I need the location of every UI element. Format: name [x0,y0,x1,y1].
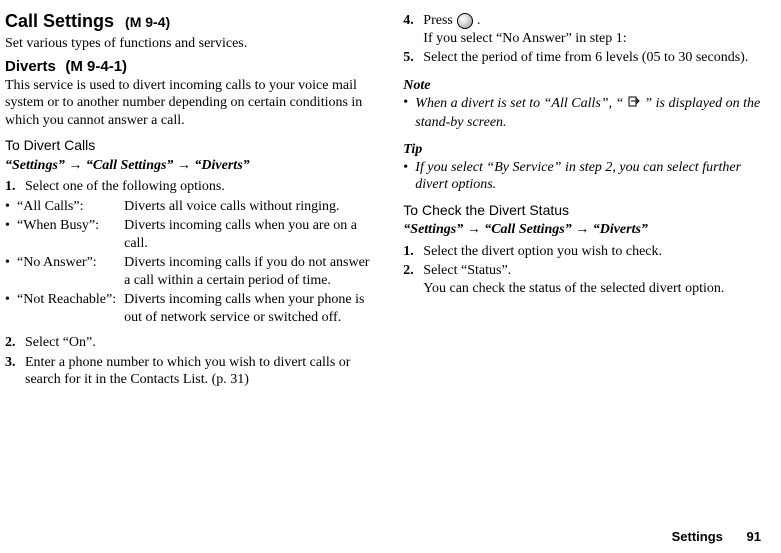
step-number: 5. [403,49,423,67]
step-4: 4. Press . If you select “No Answer” in … [403,12,761,47]
breadcrumb-diverts: “Settings” → “Call Settings” → “Diverts” [5,157,377,175]
bullet: • [5,217,17,254]
step-text: Select the period of time from 6 levels … [423,49,761,67]
page-menucode: (M 9-4) [125,14,170,30]
diverts-heading-line: Diverts (M 9-4-1) [5,58,377,77]
bullet: • [403,94,415,131]
step4-condition: If you select “No Answer” in step 1: [423,31,626,46]
check-step-2: 2. Select “Status”. You can check the st… [403,262,761,297]
step-number: 3. [5,354,25,389]
step-text: Press . If you select “No Answer” in ste… [423,12,761,47]
check-step-1: 1. Select the divert option you wish to … [403,243,761,261]
check-step2-text: Select “Status”. [423,263,511,278]
diverts-heading: Diverts [5,58,56,75]
option-desc: Diverts all voice calls without ringing. [124,198,377,218]
left-column: Call Settings (M 9-4) Set various types … [5,10,377,391]
center-key-icon [457,13,473,29]
page: Call Settings (M 9-4) Set various types … [0,0,781,553]
divert-indicator-icon [627,94,641,114]
steps-left: 1. Select one of the following options. [5,178,377,196]
diverts-intro: This service is used to divert incoming … [5,77,377,130]
step-2: 2. Select “On”. [5,334,377,352]
press-line: Press . [423,12,761,30]
step-number: 4. [403,12,423,47]
step-3: 3. Enter a phone number to which you wis… [5,354,377,389]
option-label: “When Busy”: [17,217,124,254]
note-heading: Note [403,77,761,95]
option-row: • “No Answer”: Diverts incoming calls if… [5,254,377,291]
option-desc: Diverts incoming calls when your phone i… [124,291,377,328]
page-title: Call Settings [5,11,114,31]
note-pre: When a divert is set to “All Calls”, “ [415,96,623,111]
option-row: • “All Calls”: Diverts all voice calls w… [5,198,377,218]
columns: Call Settings (M 9-4) Set various types … [5,10,761,391]
step-5: 5. Select the period of time from 6 leve… [403,49,761,67]
option-label: “All Calls”: [17,198,124,218]
step-number: 2. [403,262,423,297]
step-text: Select one of the following options. [25,178,377,196]
step-1: 1. Select one of the following options. [5,178,377,196]
step-number: 1. [5,178,25,196]
breadcrumb-check: “Settings” → “Call Settings” → “Diverts” [403,221,761,239]
diverts-menucode: (M 9-4-1) [65,58,127,75]
tip-text: If you select “By Service” in step 2, yo… [415,159,761,194]
bullet: • [5,254,17,291]
check-heading: To Check the Divert Status [403,202,761,220]
option-label: “No Answer”: [17,254,124,291]
page-title-line: Call Settings (M 9-4) [5,10,377,33]
option-desc: Diverts incoming calls when you are on a… [124,217,377,254]
note-text: When a divert is set to “All Calls”, “ ”… [415,94,761,131]
steps-left-cont: 2. Select “On”. 3. Enter a phone number … [5,334,377,389]
bullet: • [403,159,415,194]
tip-heading: Tip [403,141,761,159]
step-number: 1. [403,243,423,261]
footer-section: Settings [672,529,723,544]
check-result: You can check the status of the selected… [423,281,724,296]
option-label: “Not Reachable”: [17,291,124,328]
right-column: 4. Press . If you select “No Answer” in … [403,10,761,391]
bullet: • [5,198,17,218]
step-number: 2. [5,334,25,352]
page-subtitle: Set various types of functions and servi… [5,35,377,53]
step-text: Select “Status”. You can check the statu… [423,262,761,297]
option-row: • “When Busy”: Diverts incoming calls wh… [5,217,377,254]
step-text: Select the divert option you wish to che… [423,243,761,261]
option-desc: Diverts incoming calls if you do not ans… [124,254,377,291]
steps-right: 4. Press . If you select “No Answer” in … [403,12,761,67]
press-post: . [477,12,481,30]
footer-page-number: 91 [747,529,761,544]
note-body: • When a divert is set to “All Calls”, “… [403,94,761,131]
page-footer: Settings 91 [672,529,761,545]
option-row: • “Not Reachable”: Diverts incoming call… [5,291,377,328]
press-pre: Press [423,12,453,30]
bullet: • [5,291,17,328]
divert-options-table: • “All Calls”: Diverts all voice calls w… [5,198,377,329]
tip-body: • If you select “By Service” in step 2, … [403,159,761,194]
step-text: Enter a phone number to which you wish t… [25,354,377,389]
to-divert-heading: To Divert Calls [5,137,377,155]
step-text: Select “On”. [25,334,377,352]
check-steps: 1. Select the divert option you wish to … [403,243,761,298]
